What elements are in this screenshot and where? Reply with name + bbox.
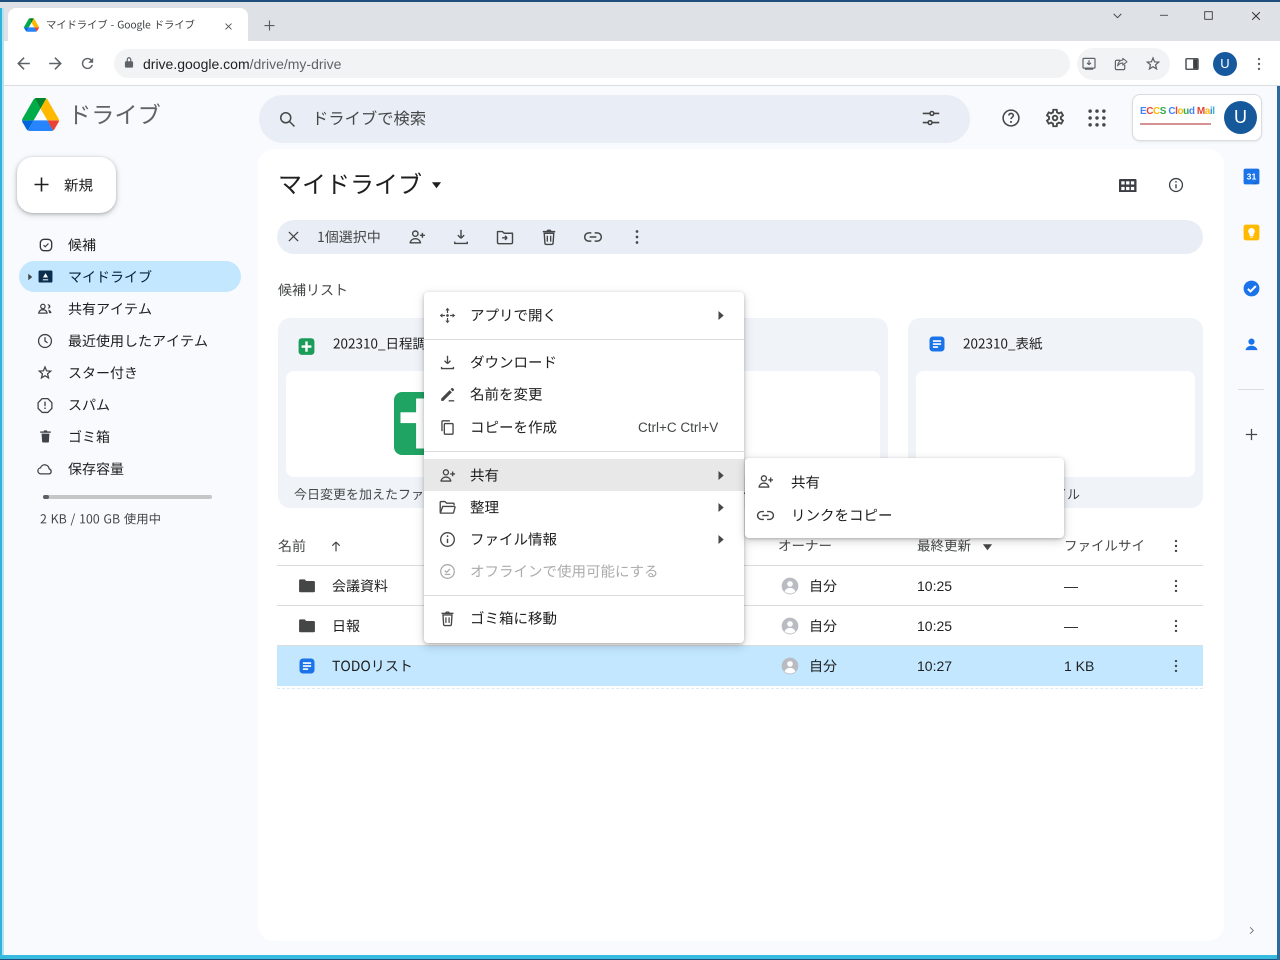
svg-text:31: 31 (1247, 172, 1257, 182)
